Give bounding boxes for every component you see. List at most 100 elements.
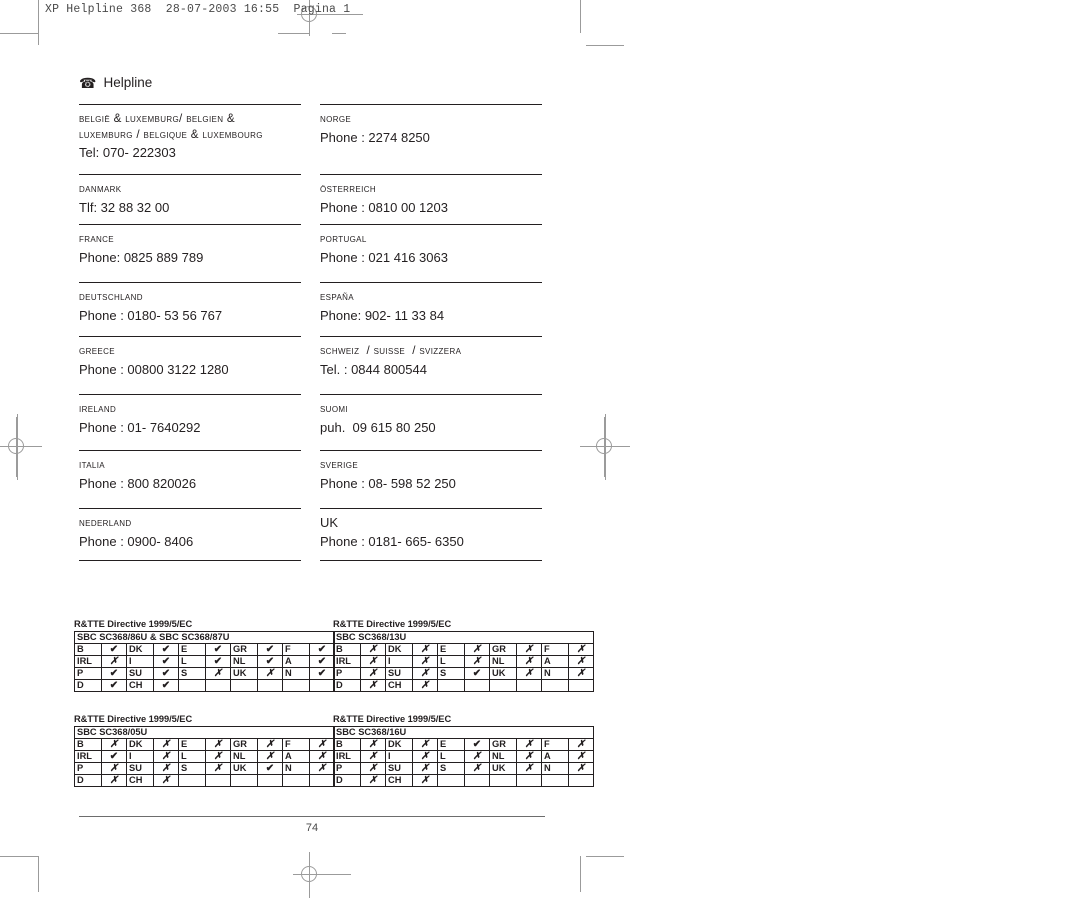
rtte-table-sc368-86u-87u: R&TTE Directive 1999/5/EC SBC SC368/86U &… bbox=[74, 619, 335, 692]
crop-mark-left-vertical-lower bbox=[38, 33, 39, 45]
compliance-mark-cell: ✔ bbox=[309, 655, 335, 668]
country-name: Österreich bbox=[320, 182, 376, 195]
empty-cell bbox=[205, 774, 231, 787]
compliance-mark-cell: ✔ bbox=[153, 655, 179, 668]
compliance-mark-cell: ✗ bbox=[360, 750, 386, 763]
compliance-mark-cell: ✔ bbox=[205, 643, 231, 656]
phone-number: Phone: 902- 11 33 84 bbox=[320, 307, 445, 323]
country-code-cell: I bbox=[385, 750, 413, 763]
country-code-cell: D bbox=[333, 774, 361, 787]
empty-cell bbox=[309, 679, 335, 692]
contact-entry: Danmark Tlf: 32 88 32 00 bbox=[79, 174, 301, 217]
compliance-mark-cell: ✔ bbox=[257, 655, 283, 668]
contact-entry: Portugal Phone : 021 416 3063 bbox=[320, 224, 542, 267]
compliance-mark-cell: ✗ bbox=[516, 738, 542, 751]
empty-cell bbox=[541, 774, 569, 787]
empty-cell bbox=[178, 774, 206, 787]
compliance-mark-cell: ✗ bbox=[360, 738, 386, 751]
phone-number: Phone: 0825 889 789 bbox=[79, 249, 204, 265]
contact-entry: Schweiz / Suisse / Svizzera Tel. : 0844 8… bbox=[320, 336, 542, 379]
rtte-model-row: SBC SC368/86U & SBC SC368/87U bbox=[74, 631, 335, 644]
country-code-cell: L bbox=[178, 655, 206, 668]
crop-mark-top-left-horizontal bbox=[0, 33, 38, 34]
country-code-cell: S bbox=[178, 762, 206, 775]
registration-mark-right bbox=[580, 417, 630, 477]
phone-number: Phone : 0180- 53 56 767 bbox=[79, 307, 223, 323]
rtte-compliance-table: SBC SC368/05U B ✗ DK ✗ E ✗ GR ✗ F ✗ IRL ✔ I ✗ L ✗ NL ✗ A ✗ P ✗… bbox=[74, 726, 335, 787]
compliance-mark-cell: ✗ bbox=[516, 762, 542, 775]
compliance-mark-cell: ✗ bbox=[205, 738, 231, 751]
compliance-mark-cell: ✗ bbox=[464, 655, 490, 668]
contact-entry: Greece Phone : 00800 3122 1280 bbox=[79, 336, 301, 379]
country-name: Ireland bbox=[79, 402, 117, 415]
contact-entry: UK Phone : 0181- 665- 6350 bbox=[320, 508, 542, 551]
compliance-mark-cell: ✗ bbox=[412, 750, 438, 763]
page-title: ☎ Helpline bbox=[79, 75, 152, 90]
rtte-model-name: SBC SC368/86U & SBC SC368/87U bbox=[74, 631, 335, 644]
empty-cell bbox=[489, 774, 517, 787]
country-code-cell: A bbox=[282, 655, 310, 668]
compliance-mark-cell: ✗ bbox=[568, 738, 594, 751]
country-code-cell: F bbox=[541, 738, 569, 751]
country-code-cell: B bbox=[333, 738, 361, 751]
contact-entry: Deutschland Phone : 0180- 53 56 767 bbox=[79, 282, 301, 325]
country-code-cell: GR bbox=[489, 738, 517, 751]
country-name: Suomi bbox=[320, 402, 348, 415]
country-code-cell: I bbox=[126, 750, 154, 763]
compliance-mark-cell: ✗ bbox=[412, 643, 438, 656]
phone-number: puh. 09 615 80 250 bbox=[320, 419, 436, 435]
country-code-cell: A bbox=[541, 655, 569, 668]
compliance-mark-cell: ✔ bbox=[153, 643, 179, 656]
country-code-cell: IRL bbox=[333, 750, 361, 763]
compliance-mark-cell: ✗ bbox=[257, 750, 283, 763]
table-row: D ✗ CH ✗ bbox=[333, 774, 594, 787]
country-code-cell: L bbox=[178, 750, 206, 763]
country-code-cell: E bbox=[437, 643, 465, 656]
country-code-cell: D bbox=[74, 774, 102, 787]
contact-column-closing-divider bbox=[320, 560, 542, 561]
rtte-model-row: SBC SC368/16U bbox=[333, 726, 594, 739]
rtte-table-sc368-16u: R&TTE Directive 1999/5/EC SBC SC368/16U B ✗… bbox=[333, 714, 594, 787]
phone-number: Tel: 070- 222303 bbox=[79, 145, 176, 160]
country-code-cell: GR bbox=[489, 643, 517, 656]
compliance-mark-cell: ✗ bbox=[153, 738, 179, 751]
compliance-mark-cell: ✗ bbox=[360, 774, 386, 787]
country-code-cell: P bbox=[74, 762, 102, 775]
registration-mark-left bbox=[0, 417, 42, 477]
compliance-mark-cell: ✔ bbox=[153, 679, 179, 692]
country-code-cell: IRL bbox=[333, 655, 361, 668]
country-name: UK bbox=[320, 515, 339, 530]
country-code-cell: N bbox=[541, 667, 569, 680]
country-code-cell: N bbox=[541, 762, 569, 775]
phone-number: Phone : 08- 598 52 250 bbox=[320, 475, 456, 491]
table-row: B ✗ DK ✗ E ✗ GR ✗ F ✗ bbox=[74, 738, 335, 751]
rtte-directive-title: R&TTE Directive 1999/5/EC bbox=[74, 619, 193, 629]
compliance-mark-cell: ✔ bbox=[101, 679, 127, 692]
country-code-cell: CH bbox=[126, 679, 154, 692]
compliance-mark-cell: ✗ bbox=[412, 762, 438, 775]
compliance-mark-cell: ✔ bbox=[309, 643, 335, 656]
country-code-cell: B bbox=[74, 738, 102, 751]
country-code-cell: N bbox=[282, 762, 310, 775]
rtte-directive-title: R&TTE Directive 1999/5/EC bbox=[74, 714, 193, 724]
crop-mark-top-right-horizontal-2 bbox=[586, 45, 624, 46]
table-row: IRL ✔ I ✗ L ✗ NL ✗ A ✗ bbox=[74, 750, 335, 763]
country-code-cell: UK bbox=[230, 762, 258, 775]
phone-number: Tel. : 0844 800544 bbox=[320, 361, 427, 377]
crop-mark-bottom-right-vertical bbox=[580, 856, 581, 892]
compliance-mark-cell: ✗ bbox=[516, 750, 542, 763]
compliance-mark-cell: ✗ bbox=[568, 667, 594, 680]
country-code-cell: E bbox=[437, 738, 465, 751]
table-row: B ✔ DK ✔ E ✔ GR ✔ F ✔ bbox=[74, 643, 335, 656]
country-code-cell: UK bbox=[489, 667, 517, 680]
rtte-directive-title: R&TTE Directive 1999/5/EC bbox=[333, 619, 452, 629]
compliance-mark-cell: ✔ bbox=[464, 738, 490, 751]
empty-cell bbox=[464, 774, 490, 787]
country-name: Nederland bbox=[79, 516, 132, 529]
compliance-mark-cell: ✗ bbox=[516, 655, 542, 668]
empty-cell bbox=[205, 679, 231, 692]
compliance-mark-cell: ✗ bbox=[205, 667, 231, 680]
compliance-mark-cell: ✗ bbox=[101, 762, 127, 775]
crop-mark-bottom-right-horizontal bbox=[586, 856, 624, 857]
empty-cell bbox=[257, 679, 283, 692]
